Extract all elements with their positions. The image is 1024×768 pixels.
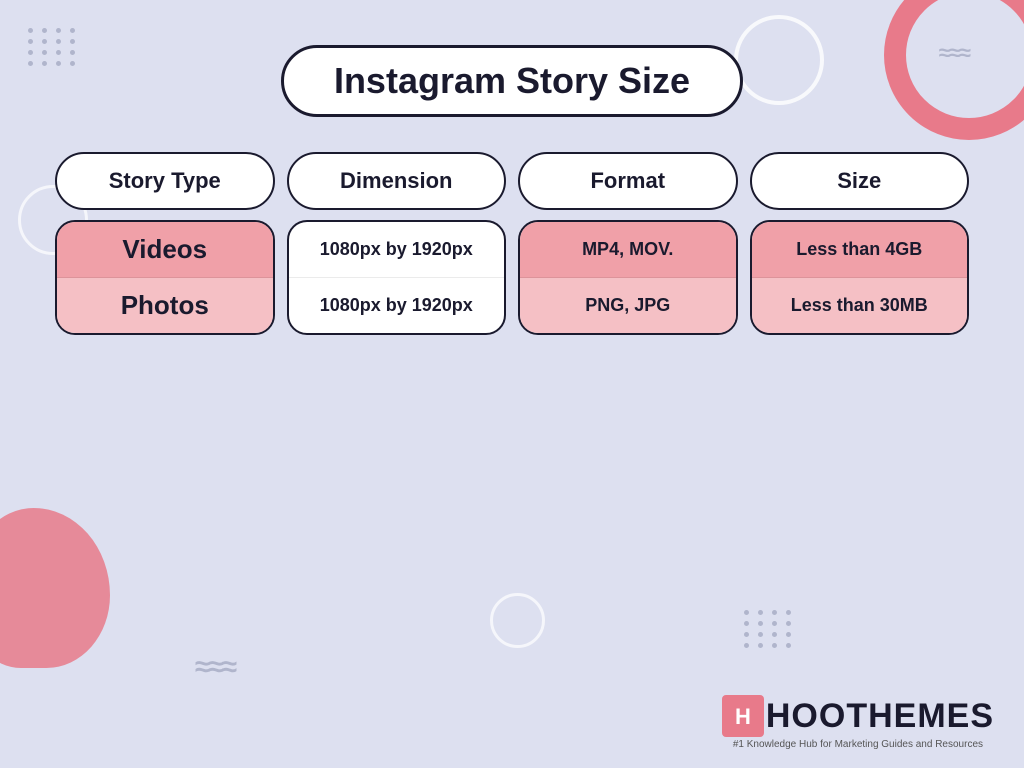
cell-story-photos: Photos [57,278,273,333]
body-story-type: Videos Photos [55,220,275,335]
main-content: Instagram Story Size Story Type Videos P… [0,0,1024,768]
page-title: Instagram Story Size [334,60,690,101]
logo-brand-name: HOOTHEMES [766,697,994,736]
cell-format-photo: PNG, JPG [520,278,736,333]
logo-container: H HOOTHEMES #1 Knowledge Hub for Marketi… [722,695,994,750]
title-box: Instagram Story Size [281,45,743,117]
column-story-type: Story Type Videos Photos [55,152,275,335]
column-size: Size Less than 4GB Less than 30MB [750,152,970,335]
cell-size-photo: Less than 30MB [752,278,968,333]
logo-brand: H HOOTHEMES [722,695,994,737]
cell-dimension-photo: 1080px by 1920px [289,278,505,333]
header-dimension: Dimension [287,152,507,210]
header-format: Format [518,152,738,210]
column-format: Format MP4, MOV. PNG, JPG [518,152,738,335]
data-table: Story Type Videos Photos Dimension 1080p… [0,152,1024,335]
cell-story-videos: Videos [57,222,273,278]
column-dimension: Dimension 1080px by 1920px 1080px by 192… [287,152,507,335]
header-size: Size [750,152,970,210]
body-format: MP4, MOV. PNG, JPG [518,220,738,335]
header-story-type: Story Type [55,152,275,210]
cell-dimension-video: 1080px by 1920px [289,222,505,278]
cell-size-video: Less than 4GB [752,222,968,278]
body-size: Less than 4GB Less than 30MB [750,220,970,335]
svg-text:H: H [735,704,751,729]
body-dimension: 1080px by 1920px 1080px by 1920px [287,220,507,335]
logo-tagline: #1 Knowledge Hub for Marketing Guides an… [733,739,983,750]
cell-format-video: MP4, MOV. [520,222,736,278]
logo-icon: H [722,695,764,737]
